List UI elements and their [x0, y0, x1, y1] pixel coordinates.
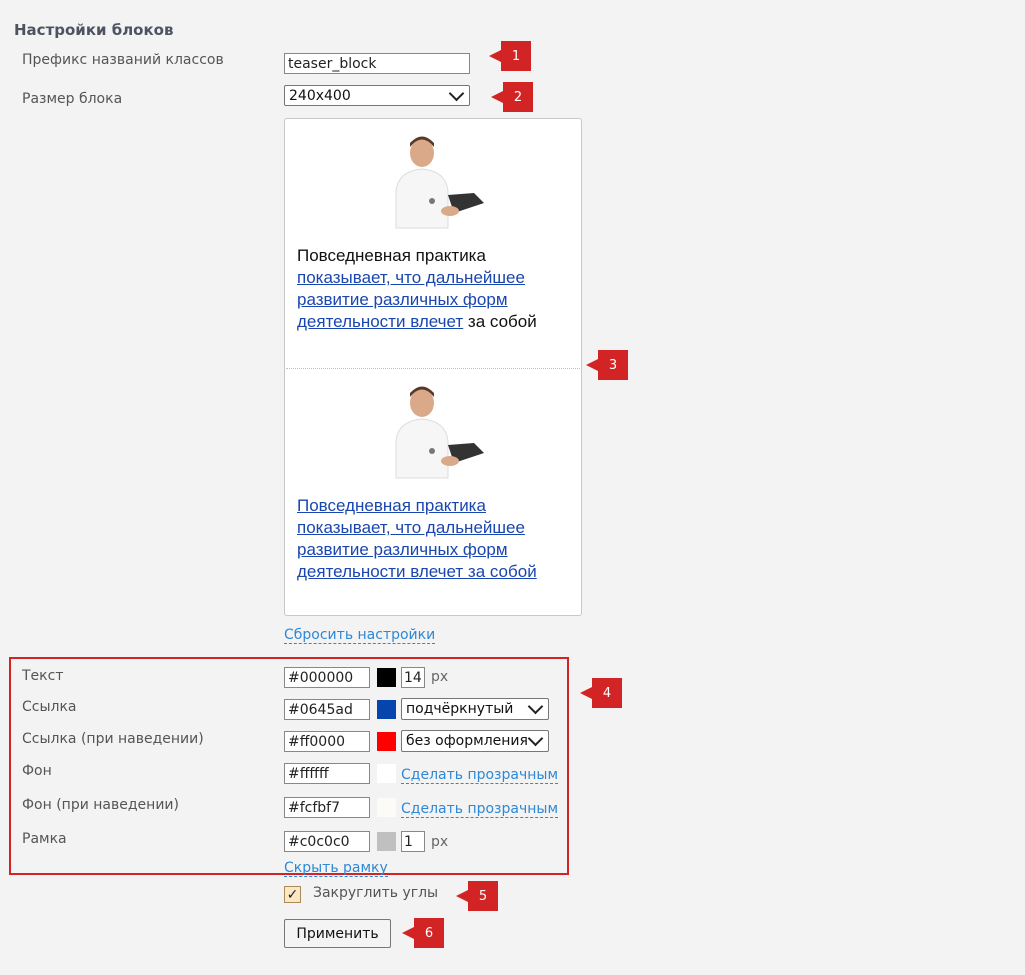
size-label: Размер блока [22, 91, 123, 107]
section-heading: Настройки блоков [14, 21, 174, 39]
teaser1-text: Повседневная практика [297, 246, 486, 265]
bg-color-input[interactable]: #ffffff [284, 763, 370, 784]
bg-hover-color-label: Фон (при наведении) [22, 797, 179, 813]
border-color-label: Рамка [22, 831, 67, 847]
link-hover-color-swatch[interactable] [377, 732, 396, 751]
border-color-input[interactable]: #c0c0c0 [284, 831, 370, 852]
chevron-down-icon [527, 698, 544, 715]
link-color-label: Ссылка [22, 699, 77, 715]
text-color-input[interactable]: #000000 [284, 667, 370, 688]
bg-hover-color-swatch[interactable] [377, 798, 396, 817]
prefix-input[interactable]: teaser_block [284, 53, 470, 74]
link-hover-decoration-select[interactable]: без оформления [401, 730, 549, 752]
person-tablet-image-1 [395, 136, 484, 229]
hide-border-link[interactable]: Скрыть рамку [284, 857, 388, 877]
link-decoration-value: подчёркнутый [406, 701, 514, 717]
bg-hover-color-input[interactable]: #fcfbf7 [284, 797, 370, 818]
link-color-input[interactable]: #0645ad [284, 699, 370, 720]
border-width-unit: px [431, 834, 449, 850]
apply-button[interactable]: Применить [284, 919, 391, 948]
chevron-down-icon [527, 730, 544, 747]
teaser1-tail: за собой [467, 312, 537, 331]
bg-transparent-link-text[interactable]: Сделать прозрачным [401, 767, 559, 784]
annotation-badge-1: 1 [489, 41, 531, 71]
link-hover-color-input[interactable]: #ff0000 [284, 731, 370, 752]
link-decoration-select[interactable]: подчёркнутый [401, 698, 549, 720]
person-tablet-image-2 [395, 386, 484, 479]
checkmark-icon: ✓ [286, 886, 299, 903]
rounded-corners-checkbox[interactable]: ✓ [284, 886, 301, 903]
reset-settings-link-text[interactable]: Сбросить настройки [284, 627, 436, 644]
annotation-badge-6: 6 [402, 918, 444, 948]
teaser-text-2: Повседневная практика показывает, что да… [297, 495, 567, 583]
rounded-corners-label: Закруглить углы [313, 885, 439, 901]
text-color-swatch[interactable] [377, 668, 396, 687]
teaser-divider [286, 368, 580, 369]
bg-transparent-link[interactable]: Сделать прозрачным [401, 764, 559, 784]
bg-color-label: Фон [22, 763, 52, 779]
annotation-badge-4: 4 [580, 678, 622, 708]
annotation-badge-2: 2 [491, 82, 533, 112]
text-color-label: Текст [22, 668, 64, 684]
bg-hover-transparent-link[interactable]: Сделать прозрачным [401, 798, 559, 818]
annotation-badge-3: 3 [586, 350, 628, 380]
text-size-unit: px [431, 669, 449, 685]
border-color-swatch[interactable] [377, 832, 396, 851]
chevron-down-icon [448, 85, 465, 101]
link-color-swatch[interactable] [377, 700, 396, 719]
teaser-text-1: Повседневная практика показывает, что да… [297, 245, 567, 333]
reset-settings-link[interactable]: Сбросить настройки [284, 624, 436, 644]
bg-color-swatch[interactable] [377, 764, 396, 783]
bg-hover-transparent-link-text[interactable]: Сделать прозрачным [401, 801, 559, 818]
text-size-input[interactable]: 14 [401, 667, 425, 688]
prefix-label: Префикс названий классов [22, 52, 224, 68]
size-select-value: 240x400 [289, 87, 351, 104]
link-hover-color-label: Ссылка (при наведении) [22, 731, 204, 747]
teaser2-link[interactable]: Повседневная практика показывает, что да… [297, 496, 537, 581]
link-hover-decoration-value: без оформления [406, 733, 528, 749]
border-width-input[interactable]: 1 [401, 831, 425, 852]
size-select[interactable]: 240x400 [284, 85, 470, 106]
hide-border-link-text[interactable]: Скрыть рамку [284, 860, 388, 877]
annotation-badge-5: 5 [456, 881, 498, 911]
